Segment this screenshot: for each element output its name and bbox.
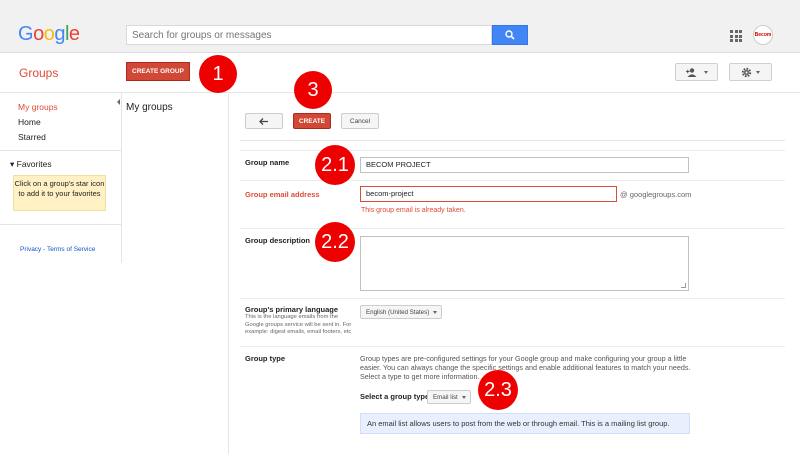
google-logo[interactable]: Google — [18, 23, 80, 46]
search-box[interactable] — [126, 25, 492, 45]
resize-handle-icon[interactable] — [681, 283, 686, 288]
chevron-down-icon — [703, 70, 708, 74]
email-domain-suffix: @ googlegroups.com — [620, 190, 692, 199]
annotation-badge-2-3: 2.3 — [478, 370, 518, 410]
favorites-toggle[interactable]: ▾ Favorites — [10, 159, 52, 170]
top-bar: Google Becom — [0, 0, 800, 53]
nav-item-starred[interactable]: Starred — [18, 132, 46, 142]
search-icon — [505, 30, 515, 40]
language-select[interactable]: English (United States) — [360, 305, 442, 319]
group-type-label: Group type — [245, 354, 286, 363]
logo-letter: G — [18, 23, 34, 45]
privacy-terms-link[interactable]: Privacy - Terms of Service — [20, 246, 95, 253]
create-button[interactable]: CREATE — [293, 113, 331, 129]
toolbar-divider — [240, 140, 785, 141]
create-group-button[interactable]: CREATE GROUP — [126, 62, 190, 81]
left-nav: My groups Home Starred ▾ Favorites Click… — [0, 93, 122, 263]
avatar[interactable]: Becom — [753, 25, 773, 45]
group-email-input[interactable]: becom-project — [360, 186, 617, 202]
nav-divider — [0, 224, 121, 225]
favorites-hint: Click on a group's star icon to add it t… — [13, 175, 106, 211]
row-divider — [240, 298, 785, 299]
chevron-down-icon — [756, 70, 760, 74]
logo-letter: g — [54, 23, 65, 45]
language-help-text: This is the language emails from the Goo… — [245, 314, 352, 335]
search-button[interactable] — [492, 25, 528, 45]
group-type-value: Email list — [433, 393, 458, 401]
group-email-label: Group email address — [245, 190, 320, 199]
gear-icon — [741, 67, 752, 77]
group-name-label: Group name — [245, 158, 290, 167]
page-title: My groups — [126, 102, 173, 113]
group-description-textarea[interactable] — [360, 236, 689, 291]
chevron-down-icon — [433, 310, 438, 314]
search-input[interactable] — [127, 26, 491, 44]
back-button[interactable] — [245, 113, 283, 129]
favorites-label: Favorites — [16, 159, 52, 169]
settings-button[interactable] — [729, 63, 772, 81]
group-name-input[interactable]: BECOM PROJECT — [360, 157, 689, 173]
section-title: Groups — [19, 66, 59, 80]
group-description-label: Group description — [245, 236, 311, 245]
nav-divider — [0, 150, 121, 151]
group-type-description: Group types are pre-configured settings … — [360, 354, 691, 381]
collapse-nav-icon[interactable] — [117, 99, 120, 105]
nav-item-home[interactable]: Home — [18, 117, 41, 127]
add-person-icon — [685, 67, 696, 77]
language-value: English (United States) — [366, 308, 430, 316]
annotation-badge-2-2: 2.2 — [315, 222, 355, 262]
nav-item-my-groups[interactable]: My groups — [18, 102, 58, 112]
manage-members-button[interactable] — [675, 63, 718, 81]
back-arrow-icon — [259, 117, 268, 125]
annotation-badge-1: 1 — [199, 55, 237, 93]
select-group-type-label: Select a group type — [360, 392, 430, 401]
email-error-message: This group email is already taken. — [361, 207, 466, 214]
group-type-select[interactable]: Email list — [427, 390, 471, 404]
logo-letter: e — [68, 23, 80, 45]
logo-letter: o — [43, 23, 55, 45]
apps-grid-icon[interactable] — [730, 30, 742, 42]
annotation-badge-2-1: 2.1 — [315, 145, 355, 185]
group-type-info: An email list allows users to post from … — [360, 413, 690, 434]
row-divider — [240, 346, 785, 347]
logo-letter: o — [33, 23, 44, 45]
column-divider — [228, 93, 229, 454]
language-label: Group's primary language — [245, 305, 339, 314]
cancel-button[interactable]: Cancel — [341, 113, 379, 129]
annotation-badge-3: 3 — [294, 71, 332, 109]
chevron-down-icon — [461, 395, 466, 399]
